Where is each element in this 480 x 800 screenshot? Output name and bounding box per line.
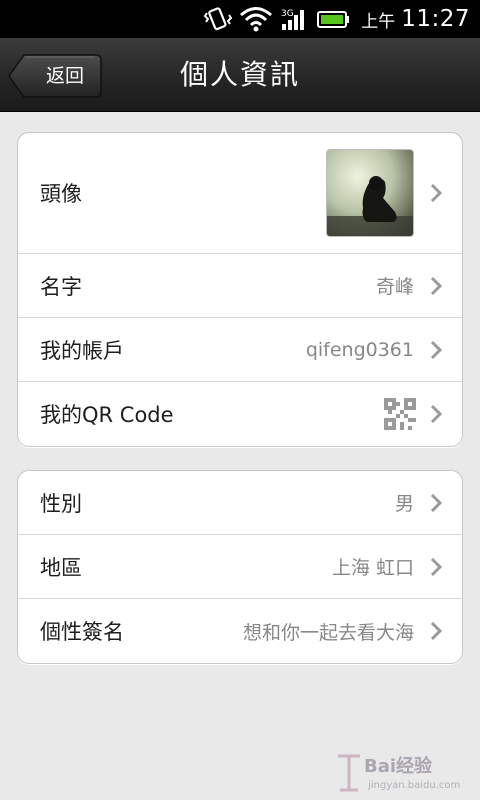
- status-time: 11:27: [401, 6, 470, 32]
- status-bar: 3G 上午 11:27: [0, 0, 480, 38]
- row-label: 頭像: [40, 182, 82, 206]
- avatar: [326, 149, 414, 237]
- chevron-right-icon: [430, 557, 442, 576]
- chevron-right-icon: [430, 340, 442, 359]
- row-label: 地區: [40, 555, 82, 580]
- row-gender[interactable]: 性別 男: [18, 471, 462, 535]
- chevron-right-icon: [430, 404, 442, 424]
- row-value: 上海 虹口: [331, 557, 414, 579]
- chevron-right-icon: [430, 621, 442, 641]
- row-signature[interactable]: 個性簽名 想和你一起去看大海: [18, 599, 462, 663]
- vibrate-icon: [203, 7, 233, 31]
- row-value: qifeng0361: [305, 338, 414, 361]
- title-bar: 返回 個人資訊: [0, 38, 480, 112]
- row-label: 個性簽名: [40, 620, 124, 644]
- row-label: 我的帳戶: [40, 338, 124, 363]
- row-name[interactable]: 名字 奇峰: [18, 254, 462, 318]
- watermark-logo-icon: [338, 754, 360, 792]
- row-value: 奇峰: [375, 276, 414, 298]
- qr-code-icon: [384, 398, 416, 430]
- chevron-right-icon: [430, 493, 442, 512]
- row-value: 想和你一起去看大海: [242, 621, 414, 644]
- row-label: 性別: [40, 491, 82, 516]
- row-value: 男: [394, 493, 414, 515]
- row-qr-code[interactable]: 我的QR Code: [18, 382, 462, 446]
- watermark-brand: Bai经验: [364, 756, 433, 777]
- row-label: 我的QR Code: [40, 403, 174, 427]
- status-ampm: 上午: [361, 11, 396, 32]
- row-avatar[interactable]: 頭像: [18, 133, 462, 254]
- wifi-icon: [240, 7, 273, 32]
- details-group: 性別 男 地區 上海 虹口 個性簽名 想和你一起去看大海: [17, 470, 463, 664]
- watermark: Bai经验 jingyan.baidu.com: [334, 748, 474, 798]
- page-title: 個人資訊: [179, 58, 300, 91]
- watermark-url: jingyan.baidu.com: [368, 780, 461, 791]
- signal-icon: 3G: [281, 9, 305, 30]
- profile-group: 頭像 名字 奇峰 我的帳戶 qifeng0361 我的QR Code: [17, 132, 463, 447]
- row-region[interactable]: 地區 上海 虹口: [18, 535, 462, 599]
- row-label: 名字: [40, 274, 82, 299]
- battery-icon: [317, 11, 350, 28]
- row-account[interactable]: 我的帳戶 qifeng0361: [18, 318, 462, 382]
- chevron-right-icon: [430, 183, 442, 203]
- svg-text:3G: 3G: [281, 9, 294, 19]
- chevron-right-icon: [430, 276, 442, 295]
